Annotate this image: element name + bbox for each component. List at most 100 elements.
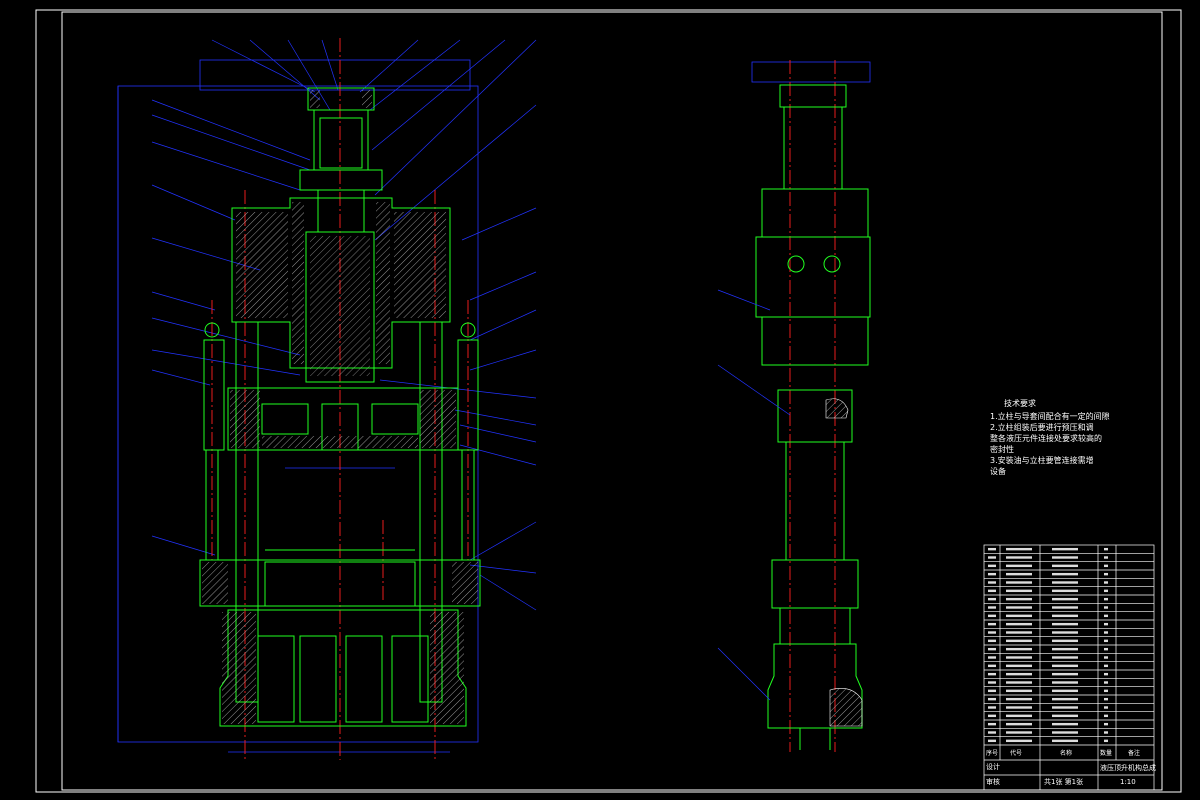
drawing-scale: 1:10 — [1120, 778, 1136, 786]
table-cell-text — [1052, 664, 1078, 668]
table-cell-text — [1006, 672, 1032, 676]
table-cell-text — [988, 731, 996, 734]
table-cell-text — [1052, 672, 1078, 676]
table-cell-text — [1052, 572, 1078, 576]
table-cell-text — [1104, 631, 1108, 634]
table-cell-text — [988, 622, 996, 626]
table-cell-text — [1006, 664, 1032, 668]
table-cell-text — [1052, 639, 1078, 643]
table-cell-text — [1104, 697, 1108, 701]
table-cell-text — [1052, 606, 1078, 609]
table-cell-text — [988, 689, 996, 693]
parts-header: 序号 — [986, 748, 998, 757]
table-cell-text — [1104, 614, 1108, 618]
table-cell-text — [1006, 622, 1032, 626]
table-cell-text — [1104, 639, 1108, 643]
parts-header-name: 名称 — [1060, 750, 1073, 757]
table-cell-text — [988, 564, 996, 568]
label-review: 审核 — [986, 778, 1000, 786]
table-cell-text — [988, 631, 996, 634]
table-cell-text — [1052, 689, 1078, 693]
table-cell-text — [1104, 647, 1108, 651]
table-cell-text — [1052, 739, 1078, 743]
table-cell-text — [988, 547, 996, 551]
side-view — [717, 60, 871, 752]
title-block-labels-2: 审核 — [986, 777, 1000, 787]
table-cell-text — [988, 647, 996, 651]
parts-header-note: 备注 — [1128, 750, 1141, 757]
table-cell-text — [988, 681, 996, 684]
table-cell-text — [1006, 547, 1032, 551]
table-cell-text — [1104, 731, 1108, 734]
col-no: 序号 — [986, 750, 999, 757]
table-cell-text — [1006, 697, 1032, 701]
table-cell-text — [988, 739, 996, 743]
table-cell-text — [988, 722, 996, 726]
table-cell-text — [988, 606, 996, 609]
table-cell-text — [988, 656, 996, 659]
table-cell-text — [988, 706, 996, 709]
label-design: 设计 — [986, 763, 1000, 771]
table-cell-text — [988, 614, 996, 618]
table-cell-text — [988, 697, 996, 701]
table-cell-text — [1104, 622, 1108, 626]
table-cell-text — [1006, 722, 1032, 726]
table-cell-text — [1104, 672, 1108, 676]
drawing-title: 液压顶升机构总成 — [1100, 764, 1156, 772]
table-cell-text — [1104, 564, 1108, 568]
front-view — [117, 38, 537, 760]
table-cell-text — [1104, 556, 1108, 559]
parts-header-qty: 数量 — [1100, 750, 1113, 757]
requirement-line: 整各液压元件连接处要求较高的 — [990, 434, 1102, 443]
table-cell-text — [1006, 556, 1032, 559]
table-cell-text — [1006, 731, 1032, 734]
title-block-labels: 设计 — [986, 762, 1000, 772]
table-cell-text — [1104, 664, 1108, 668]
table-cell-text — [1006, 581, 1032, 584]
table-cell-text — [1006, 631, 1032, 634]
sheet-info: 共1张 第1张 — [1044, 778, 1084, 786]
table-cell-text — [1104, 739, 1108, 743]
table-cell-text — [1006, 597, 1032, 601]
table-cell-text — [1052, 656, 1078, 659]
table-cell-text — [1104, 547, 1108, 551]
table-cell-text — [1104, 597, 1108, 601]
table-cell-text — [988, 581, 996, 584]
table-cell-text — [1006, 689, 1032, 693]
table-cell-text — [988, 556, 996, 559]
requirement-line: 3.安装油与立柱要管连接需增 — [990, 456, 1094, 465]
table-cell-text — [1104, 706, 1108, 709]
requirement-line: 设备 — [990, 467, 1006, 476]
table-cell-text — [1104, 722, 1108, 726]
table-cell-text — [1104, 681, 1108, 684]
table-cell-text — [1104, 689, 1108, 693]
technical-requirements-heading: 技术要求 — [1004, 399, 1036, 408]
table-cell-text — [1052, 597, 1078, 601]
table-cell-text — [1052, 589, 1078, 593]
requirement-line: 2.立柱组装后要进行预压和调 — [990, 423, 1094, 432]
table-cell-text — [1006, 572, 1032, 576]
table-cell-text — [988, 589, 996, 593]
table-cell-text — [1052, 714, 1078, 718]
table-cell-text — [1052, 614, 1078, 618]
table-cell-text — [1006, 647, 1032, 651]
table-cell-text — [1006, 589, 1032, 593]
table-cell-text — [1052, 631, 1078, 634]
table-cell-text — [1006, 614, 1032, 618]
table-cell-text — [1104, 581, 1108, 584]
table-cell-text — [1006, 706, 1032, 709]
table-cell-text — [1006, 564, 1032, 568]
table-cell-text — [1104, 589, 1108, 593]
table-cell-text — [1052, 581, 1078, 584]
table-cell-text — [1052, 681, 1078, 684]
table-cell-text — [1052, 622, 1078, 626]
table-cell-text — [1006, 656, 1032, 659]
table-cell-text — [988, 672, 996, 676]
table-cell-text — [1006, 681, 1032, 684]
table-cell-text — [1006, 739, 1032, 743]
table-cell-text — [1104, 656, 1108, 659]
table-cell-text — [1052, 706, 1078, 709]
table-cell-text — [1052, 697, 1078, 701]
parts-header-code: 代号 — [1010, 750, 1023, 757]
table-cell-text — [1104, 714, 1108, 718]
